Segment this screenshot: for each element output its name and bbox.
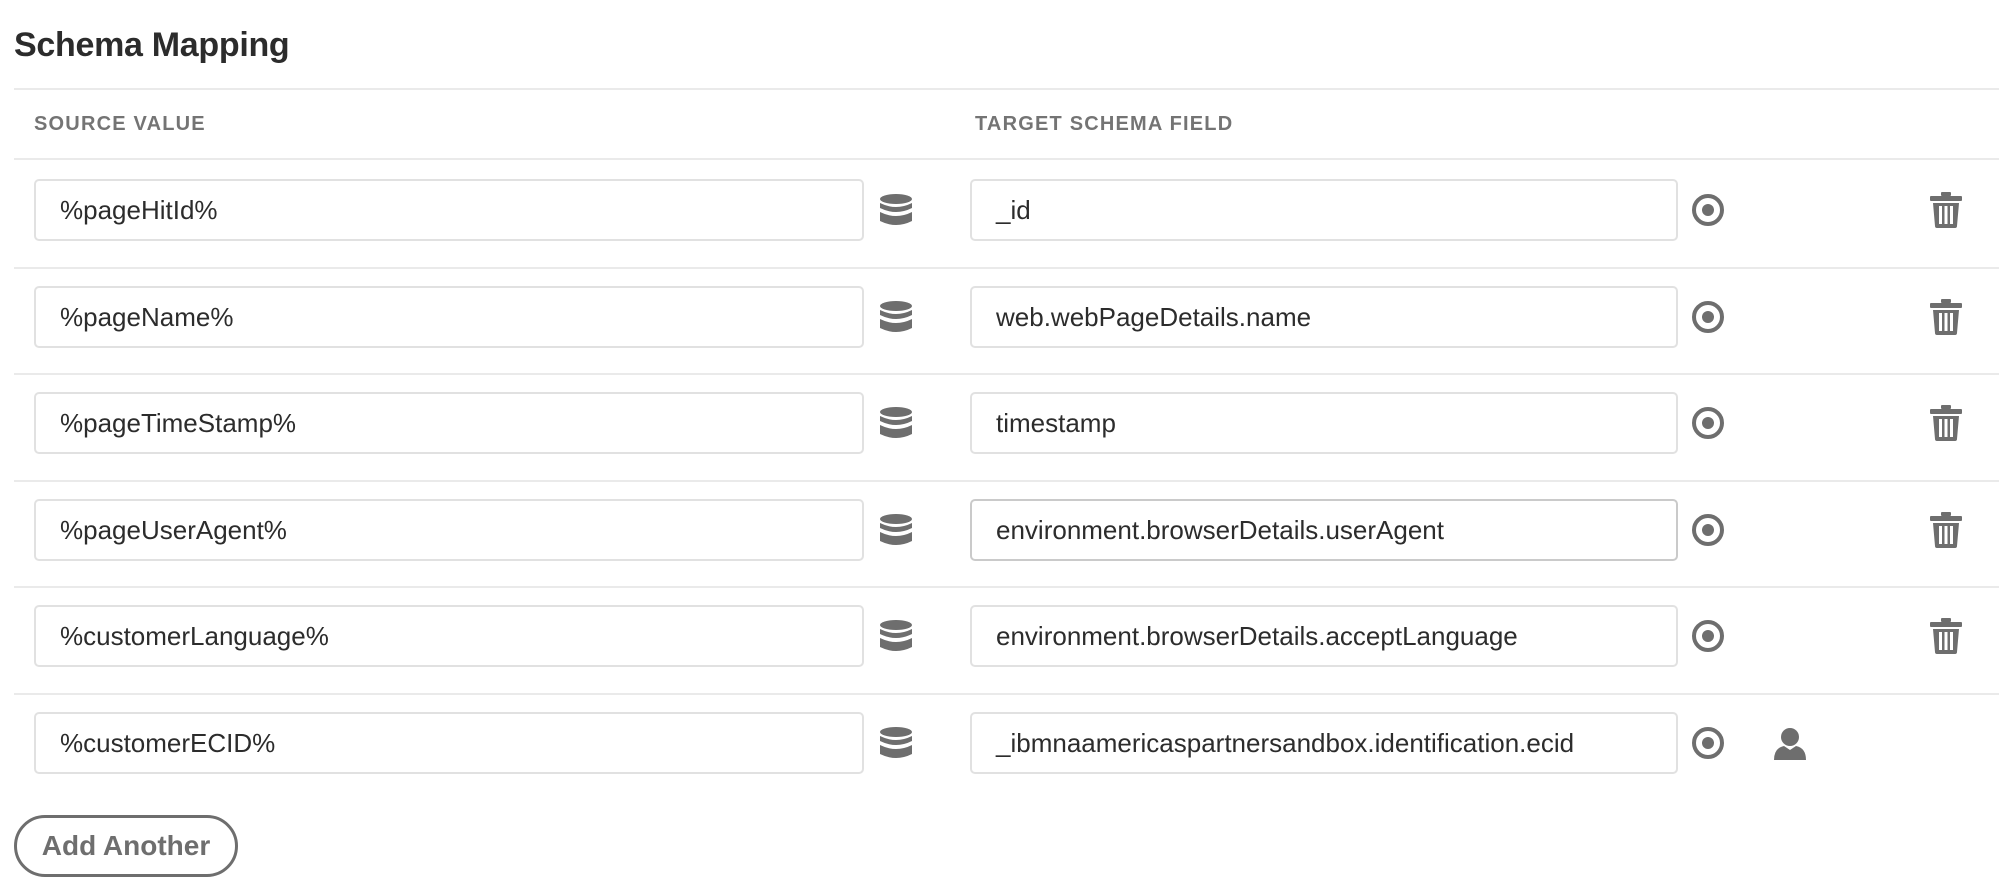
- source-value-input[interactable]: %pageUserAgent%: [34, 499, 864, 561]
- mapping-row: %pageHitId% _id: [0, 160, 2008, 267]
- mapping-row: %pageUserAgent% environment.browserDetai…: [0, 480, 2008, 587]
- schema-mapping-panel: Schema Mapping SOURCE VALUE TARGET SCHEM…: [0, 0, 2008, 890]
- source-value-input[interactable]: %customerECID%: [34, 712, 864, 774]
- database-icon[interactable]: [878, 724, 914, 762]
- target-schema-field-input[interactable]: environment.browserDetails.userAgent: [970, 499, 1678, 561]
- source-value-input[interactable]: %pageHitId%: [34, 179, 864, 241]
- trash-icon[interactable]: [1928, 617, 1964, 655]
- source-value-input[interactable]: %customerLanguage%: [34, 605, 864, 667]
- column-header-target: TARGET SCHEMA FIELD: [975, 113, 1234, 135]
- target-schema-field-input[interactable]: _ibmnaamericaspartnersandbox.identificat…: [970, 712, 1678, 774]
- target-icon[interactable]: [1690, 298, 1726, 336]
- source-value-input[interactable]: %pageName%: [34, 286, 864, 348]
- target-schema-field-input[interactable]: _id: [970, 179, 1678, 241]
- mapping-row: %pageTimeStamp% timestamp: [0, 373, 2008, 480]
- section-title: Schema Mapping: [14, 26, 290, 64]
- database-icon[interactable]: [878, 511, 914, 549]
- target-schema-field-input[interactable]: web.webPageDetails.name: [970, 286, 1678, 348]
- database-icon[interactable]: [878, 191, 914, 229]
- target-icon[interactable]: [1690, 191, 1726, 229]
- database-icon[interactable]: [878, 617, 914, 655]
- trash-icon[interactable]: [1928, 298, 1964, 336]
- column-header-source: SOURCE VALUE: [34, 113, 206, 135]
- mapping-row: %customerLanguage% environment.browserDe…: [0, 586, 2008, 693]
- trash-icon[interactable]: [1928, 191, 1964, 229]
- target-icon[interactable]: [1690, 617, 1726, 655]
- target-schema-field-input[interactable]: environment.browserDetails.acceptLanguag…: [970, 605, 1678, 667]
- database-icon[interactable]: [878, 298, 914, 336]
- database-icon[interactable]: [878, 404, 914, 442]
- trash-icon[interactable]: [1928, 404, 1964, 442]
- divider: [14, 88, 1999, 90]
- trash-icon[interactable]: [1928, 511, 1964, 549]
- user-icon: [1772, 724, 1808, 762]
- add-another-button[interactable]: Add Another: [14, 815, 238, 877]
- mapping-row: %pageName% web.webPageDetails.name: [0, 267, 2008, 374]
- target-icon[interactable]: [1690, 724, 1726, 762]
- source-value-input[interactable]: %pageTimeStamp%: [34, 392, 864, 454]
- mapping-row: %customerECID% _ibmnaamericaspartnersand…: [0, 693, 2008, 800]
- target-schema-field-input[interactable]: timestamp: [970, 392, 1678, 454]
- target-icon[interactable]: [1690, 511, 1726, 549]
- target-icon[interactable]: [1690, 404, 1726, 442]
